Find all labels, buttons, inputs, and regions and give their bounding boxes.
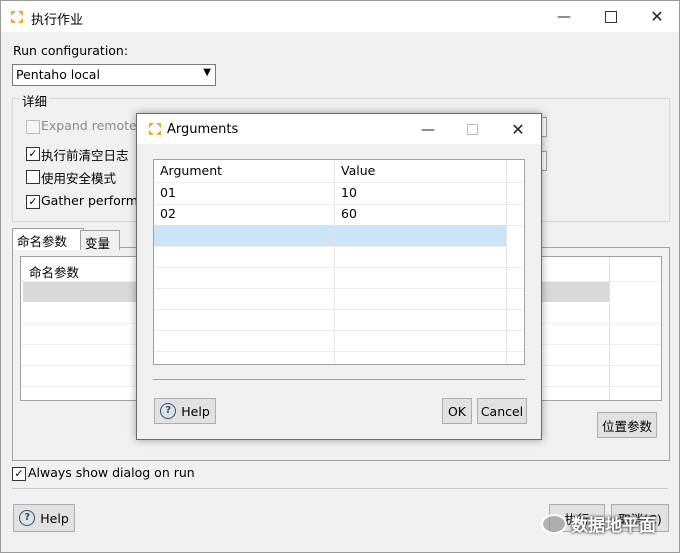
safe-mode-checkbox[interactable] <box>26 170 40 184</box>
table-row[interactable] <box>154 330 524 352</box>
value-cell[interactable]: 60 <box>335 204 507 224</box>
wechat-icon <box>541 513 567 534</box>
table-row[interactable]: 01 10 <box>154 183 524 205</box>
clear-log-checkbox[interactable]: ✓ <box>26 147 40 161</box>
position-params-button[interactable]: 位置参数 <box>597 412 657 438</box>
tab-variables[interactable]: 变量 <box>80 230 120 251</box>
run-config-select[interactable]: Pentaho local ▼ <box>12 64 216 86</box>
pentaho-logo-icon <box>149 123 161 135</box>
argument-cell[interactable]: 01 <box>154 183 335 203</box>
table-row-selected[interactable] <box>154 225 507 247</box>
arguments-dialog: Arguments — ✕ Argument Value 01 10 02 60 <box>136 113 542 440</box>
chevron-down-icon: ▼ <box>203 67 211 78</box>
dialog-minimize-button[interactable]: — <box>405 114 451 145</box>
help-button[interactable]: ? Help <box>13 504 75 532</box>
dialog-cancel-button[interactable]: Cancel <box>477 398 527 424</box>
column-header-argument: Argument <box>154 161 335 181</box>
dialog-divider <box>153 379 525 380</box>
pentaho-logo-icon <box>11 11 23 23</box>
maximize-icon <box>605 10 617 23</box>
column-header-value: Value <box>335 161 507 181</box>
argument-cell[interactable]: 02 <box>154 204 335 224</box>
minimize-button[interactable]: — <box>541 1 587 32</box>
argument-cell[interactable] <box>154 225 335 245</box>
close-icon: ✕ <box>650 7 664 26</box>
dialog-title-bar: Arguments — ✕ <box>137 114 541 144</box>
gather-metrics-label: Gather performa <box>41 193 146 208</box>
gather-metrics-checkbox[interactable]: ✓ <box>26 195 40 209</box>
minimize-icon: — <box>421 121 435 138</box>
column-divider <box>334 160 335 364</box>
help-icon: ? <box>19 510 36 526</box>
always-show-label: Always show dialog on run <box>28 465 195 480</box>
dialog-maximize-button <box>449 114 495 145</box>
minimize-icon: — <box>557 8 571 25</box>
table-row[interactable] <box>154 309 524 331</box>
close-icon: ✕ <box>511 120 525 139</box>
close-button[interactable]: ✕ <box>634 1 680 32</box>
always-show-checkbox[interactable]: ✓ <box>12 467 26 481</box>
table-row[interactable] <box>154 267 524 289</box>
tab-named-params[interactable]: 命名参数 <box>12 228 84 250</box>
title-bar: 执行作业 — ✕ <box>1 1 679 32</box>
help-icon: ? <box>160 403 177 419</box>
run-config-label: Run configuration: <box>13 43 129 58</box>
details-legend: 详细 <box>19 91 51 110</box>
value-cell[interactable] <box>335 225 507 245</box>
watermark: 数据地平面 <box>541 511 656 536</box>
ok-button[interactable]: OK <box>442 398 472 424</box>
maximize-button[interactable] <box>588 1 634 32</box>
maximize-icon <box>466 124 478 135</box>
dialog-close-button[interactable]: ✕ <box>495 114 541 145</box>
run-config-value: Pentaho local <box>16 67 100 82</box>
clear-log-label: 执行前清空日志 <box>41 148 129 163</box>
table-row[interactable] <box>154 246 524 268</box>
window-title: 执行作业 <box>31 13 84 28</box>
dialog-help-button[interactable]: ? Help <box>154 398 216 424</box>
arguments-grid: Argument Value 01 10 02 60 <box>153 159 525 365</box>
value-cell[interactable]: 10 <box>335 183 507 203</box>
safe-mode-label: 使用安全模式 <box>41 171 117 186</box>
table-row[interactable]: 02 60 <box>154 204 524 226</box>
grid-header-row: Argument Value <box>154 160 524 183</box>
dialog-title: Arguments <box>167 122 239 137</box>
table-row[interactable] <box>154 288 524 310</box>
params-header-name: 命名参数 <box>29 265 80 280</box>
expand-remote-checkbox[interactable] <box>26 120 40 134</box>
column-divider <box>506 160 507 364</box>
footer-divider <box>12 488 668 489</box>
